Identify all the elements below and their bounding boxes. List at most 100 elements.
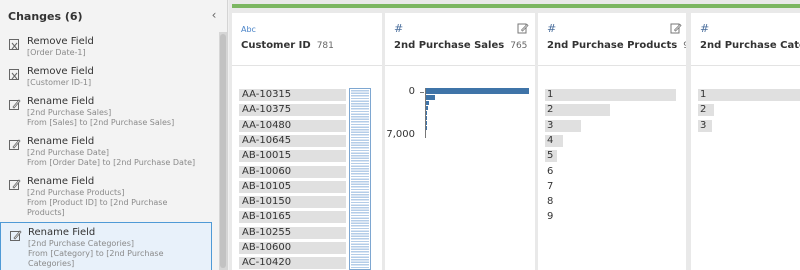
- value-row[interactable]: 6: [545, 166, 553, 178]
- value-row[interactable]: AB-10105: [239, 180, 346, 193]
- value-row[interactable]: AA-10315: [239, 89, 346, 101]
- value-row[interactable]: 2: [545, 104, 553, 116]
- value-row[interactable]: 5: [545, 150, 553, 162]
- value-row[interactable]: AB-10060: [239, 165, 346, 178]
- change-item-remove-customer-id[interactable]: Remove Field [Customer ID-1]: [0, 62, 212, 92]
- field-name: 2nd Purchase Products: [547, 40, 678, 51]
- value-row[interactable]: AB-10255: [239, 226, 346, 239]
- step-color-bar: [232, 4, 800, 8]
- value-row[interactable]: AA-10645: [239, 134, 346, 147]
- card-title[interactable]: 2nd Purchase Categories: [700, 40, 800, 51]
- chevron-left-icon[interactable]: ‹: [207, 8, 221, 22]
- axis-label-min: 0: [408, 86, 415, 97]
- changes-title: Changes (6): [8, 9, 83, 23]
- change-item-rename-date[interactable]: Rename Field [2nd Purchase Date] From [O…: [0, 132, 212, 172]
- histogram-bar[interactable]: [426, 111, 427, 115]
- axis-label-max: 7,000: [386, 129, 415, 140]
- change-detail: [Customer ID-1]: [27, 78, 92, 87]
- card-divider: [691, 65, 800, 66]
- card-divider: [538, 65, 686, 66]
- card-divider: [385, 65, 535, 66]
- distribution-bars: [351, 90, 369, 268]
- change-name: Remove Field: [27, 36, 94, 47]
- change-name: Rename Field: [27, 176, 95, 187]
- distinct-count: 765: [510, 41, 528, 51]
- change-name: Rename Field: [27, 136, 95, 147]
- changes-scrollbar-thumb[interactable]: [220, 34, 226, 268]
- change-detail: [2nd Purchase Sales]: [27, 108, 112, 117]
- rename-field-icon: [9, 139, 21, 150]
- change-detail: Categories]: [28, 259, 75, 268]
- change-detail: Products]: [27, 208, 65, 217]
- card-title[interactable]: 2nd Purchase Products 9: [547, 40, 686, 51]
- card-title[interactable]: 2nd Purchase Sales 765: [394, 40, 527, 51]
- value-row[interactable]: AC-10420: [239, 257, 346, 270]
- change-detail: [Order Date-1]: [27, 48, 86, 57]
- value-bar: [545, 104, 610, 117]
- change-name: Rename Field: [28, 227, 96, 238]
- value-row[interactable]: 8: [545, 196, 553, 208]
- value-row[interactable]: 2: [698, 104, 706, 116]
- change-item-rename-sales[interactable]: Rename Field [2nd Purchase Sales] From […: [0, 92, 212, 132]
- histogram-bar[interactable]: [426, 101, 429, 105]
- remove-field-icon: [9, 39, 19, 50]
- value-row[interactable]: AA-10375: [239, 104, 346, 117]
- histogram-bar[interactable]: [426, 116, 427, 120]
- change-detail: From [Order Date] to [2nd Purchase Date]: [27, 158, 196, 167]
- value-row[interactable]: 9: [545, 211, 553, 223]
- changes-panel: Changes (6) ‹ Remove Field [Order Date-1…: [0, 0, 228, 270]
- field-name: Customer ID: [241, 40, 311, 51]
- distinct-count: 781: [316, 41, 334, 51]
- value-row[interactable]: 1: [698, 89, 706, 101]
- change-detail: From [Product ID] to [2nd Purchase: [27, 198, 168, 207]
- rename-field-icon: [9, 99, 21, 110]
- change-item-rename-categories[interactable]: Rename Field [2nd Purchase Categories] F…: [0, 222, 212, 270]
- change-detail: [2nd Purchase Date]: [27, 148, 110, 157]
- change-detail: From [Sales] to [2nd Purchase Sales]: [27, 118, 175, 127]
- histogram-bar[interactable]: [426, 126, 427, 130]
- value-row[interactable]: AB-10015: [239, 150, 346, 163]
- profile-card-customer-id[interactable]: Abc Customer ID 781 AA-10315 AA-10375 AA-10…: [232, 13, 382, 270]
- rename-field-icon: [9, 179, 21, 190]
- number-type-icon: #: [547, 22, 557, 35]
- app-window: Changes (6) ‹ Remove Field [Order Date-1…: [0, 0, 800, 270]
- value-row[interactable]: AB-10150: [239, 196, 346, 209]
- value-bar: [545, 89, 676, 101]
- number-type-icon: #: [394, 22, 404, 35]
- change-detail: From [Category] to [2nd Purchase: [28, 249, 164, 258]
- change-item-rename-products[interactable]: Rename Field [2nd Purchase Products] Fro…: [0, 172, 212, 222]
- card-divider: [232, 65, 382, 66]
- changes-header: Changes (6): [0, 0, 227, 32]
- histogram-bar[interactable]: [426, 88, 529, 94]
- value-row[interactable]: 3: [545, 120, 553, 132]
- edit-icon[interactable]: [517, 22, 529, 34]
- histogram-bar[interactable]: [426, 121, 427, 125]
- change-detail: [2nd Purchase Categories]: [28, 239, 135, 248]
- edit-icon[interactable]: [670, 22, 682, 34]
- value-row[interactable]: AB-10600: [239, 242, 346, 254]
- change-item-remove-order-date[interactable]: Remove Field [Order Date-1]: [0, 32, 212, 62]
- change-name: Remove Field: [27, 66, 94, 77]
- value-bar: [698, 89, 800, 101]
- change-detail: [2nd Purchase Products]: [27, 188, 125, 197]
- axis-tick: [420, 92, 424, 93]
- profile-card-2nd-purchase-sales[interactable]: # 2nd Purchase Sales 765 0 7,000: [385, 13, 535, 270]
- value-row[interactable]: AA-10480: [239, 119, 346, 132]
- value-row[interactable]: 7: [545, 181, 553, 193]
- card-title[interactable]: Customer ID 781: [241, 40, 334, 51]
- value-row[interactable]: 3: [698, 120, 706, 132]
- histogram-bar[interactable]: [426, 106, 428, 110]
- distribution-scrollbar[interactable]: [349, 88, 371, 270]
- value-row[interactable]: 4: [545, 135, 553, 147]
- histogram-bar[interactable]: [426, 95, 435, 100]
- remove-field-icon: [9, 69, 19, 80]
- rename-field-icon: [10, 230, 22, 241]
- field-name: 2nd Purchase Categories: [700, 40, 800, 51]
- value-row[interactable]: 1: [545, 89, 553, 101]
- changes-list: Remove Field [Order Date-1] Remove Field…: [0, 32, 212, 270]
- profile-card-2nd-purchase-categories[interactable]: # 2nd Purchase Categories 1 2 3: [691, 13, 800, 270]
- change-name: Rename Field: [27, 96, 95, 107]
- number-type-icon: #: [700, 22, 710, 35]
- profile-card-2nd-purchase-products[interactable]: # 2nd Purchase Products 9 1 2 3 4 5 6 7 8 9: [538, 13, 686, 270]
- value-row[interactable]: AB-10165: [239, 211, 346, 224]
